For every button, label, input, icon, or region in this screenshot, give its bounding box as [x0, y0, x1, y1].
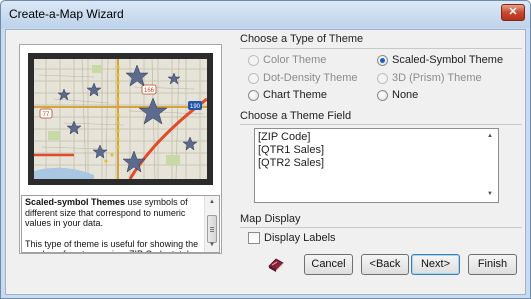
theme-field-heading: Choose a Theme Field — [240, 110, 352, 122]
theme-type-heading: Choose a Type of Theme — [240, 33, 364, 45]
theme-field-divider — [240, 124, 522, 125]
list-item[interactable]: [ZIP Code] — [258, 131, 498, 144]
radio-3d-prism-theme[interactable]: 3D (Prism) Theme — [377, 71, 482, 85]
wizard-window: Create-a-Map Wizard ✕ 77 166 190 Scaled-… — [0, 0, 531, 299]
window-title: Create-a-Map Wizard — [9, 7, 124, 21]
radio-color-theme[interactable]: Color Theme — [248, 53, 326, 67]
theme-type-divider — [240, 48, 522, 49]
finish-button[interactable]: Finish — [468, 254, 517, 275]
theme-field-list[interactable]: [ZIP Code] [QTR1 Sales] [QTR2 Sales] ▲ ▼ — [254, 128, 499, 203]
list-item[interactable]: [QTR1 Sales] — [258, 144, 498, 157]
radio-selected-icon[interactable] — [377, 54, 388, 66]
close-button[interactable]: ✕ — [501, 4, 525, 21]
map-preview: 77 166 190 — [34, 59, 207, 179]
scroll-up-icon[interactable]: ▲ — [205, 196, 219, 209]
description-scrollbar[interactable]: ▲ ▼ — [204, 196, 219, 252]
svg-text:166: 166 — [144, 88, 155, 94]
dialog-body: 77 166 190 Scaled-symbol Themes use symb… — [5, 29, 526, 295]
highway-shield-77: 77 — [39, 108, 53, 119]
map-display-heading: Map Display — [240, 213, 301, 225]
scroll-down-icon[interactable]: ▼ — [483, 188, 497, 201]
scroll-down-icon[interactable]: ▼ — [205, 239, 219, 252]
radio-icon[interactable] — [377, 72, 388, 84]
radio-chart-theme-label: Chart Theme — [263, 89, 327, 101]
back-button[interactable]: <Back — [361, 254, 409, 275]
checkbox-icon[interactable] — [248, 232, 260, 244]
radio-icon[interactable] — [248, 89, 259, 101]
radio-scaled-symbol-label: Scaled-Symbol Theme — [392, 54, 504, 66]
scroll-up-icon[interactable]: ▲ — [483, 130, 497, 143]
description-term: Scaled-symbol Themes — [25, 197, 126, 207]
preview-panel: 77 166 190 Scaled-symbol Themes use symb… — [19, 44, 222, 254]
description-paragraph-2: This type of theme is useful for showing… — [25, 238, 203, 253]
radio-chart-theme[interactable]: Chart Theme — [248, 88, 327, 102]
map-display-divider — [240, 227, 522, 228]
help-book-icon[interactable] — [266, 254, 286, 274]
field-list-scrollbar[interactable]: ▲ ▼ — [483, 129, 498, 202]
svg-text:190: 190 — [190, 104, 201, 110]
radio-dot-density-theme[interactable]: Dot-Density Theme — [248, 71, 358, 85]
radio-none-label: None — [392, 89, 419, 101]
list-item[interactable]: [QTR2 Sales] — [258, 157, 498, 170]
next-button[interactable]: Next> — [411, 254, 460, 275]
svg-text:77: 77 — [43, 112, 50, 118]
radio-icon[interactable] — [248, 54, 259, 66]
title-bar[interactable]: Create-a-Map Wizard ✕ — [1, 1, 530, 28]
radio-none[interactable]: None — [377, 88, 418, 102]
map-preview-image: 77 166 190 — [28, 53, 213, 185]
highway-shield-190: 190 — [188, 101, 202, 110]
radio-scaled-symbol-theme[interactable]: Scaled-Symbol Theme — [377, 53, 503, 67]
radio-color-theme-label: Color Theme — [263, 54, 327, 66]
cancel-button[interactable]: Cancel — [304, 254, 353, 275]
close-icon: ✕ — [508, 6, 518, 18]
display-labels-label: Display Labels — [264, 232, 336, 244]
radio-icon[interactable] — [377, 89, 388, 101]
radio-dot-density-label: Dot-Density Theme — [263, 72, 358, 84]
radio-icon[interactable] — [248, 72, 259, 84]
theme-description-box[interactable]: Scaled-symbol Themes use symbols of diff… — [21, 195, 220, 253]
map-illustration: 77 166 190 — [34, 59, 207, 179]
description-paragraph-1: Scaled-symbol Themes use symbols of diff… — [25, 197, 203, 229]
radio-3d-prism-label: 3D (Prism) Theme — [392, 72, 482, 84]
display-labels-checkbox[interactable]: Display Labels — [248, 231, 336, 245]
theme-field-options: [ZIP Code] [QTR1 Sales] [QTR2 Sales] — [255, 129, 498, 170]
description-text-2: This type of theme is useful for showing… — [25, 238, 199, 253]
theme-description-text: Scaled-symbol Themes use symbols of diff… — [25, 197, 203, 253]
